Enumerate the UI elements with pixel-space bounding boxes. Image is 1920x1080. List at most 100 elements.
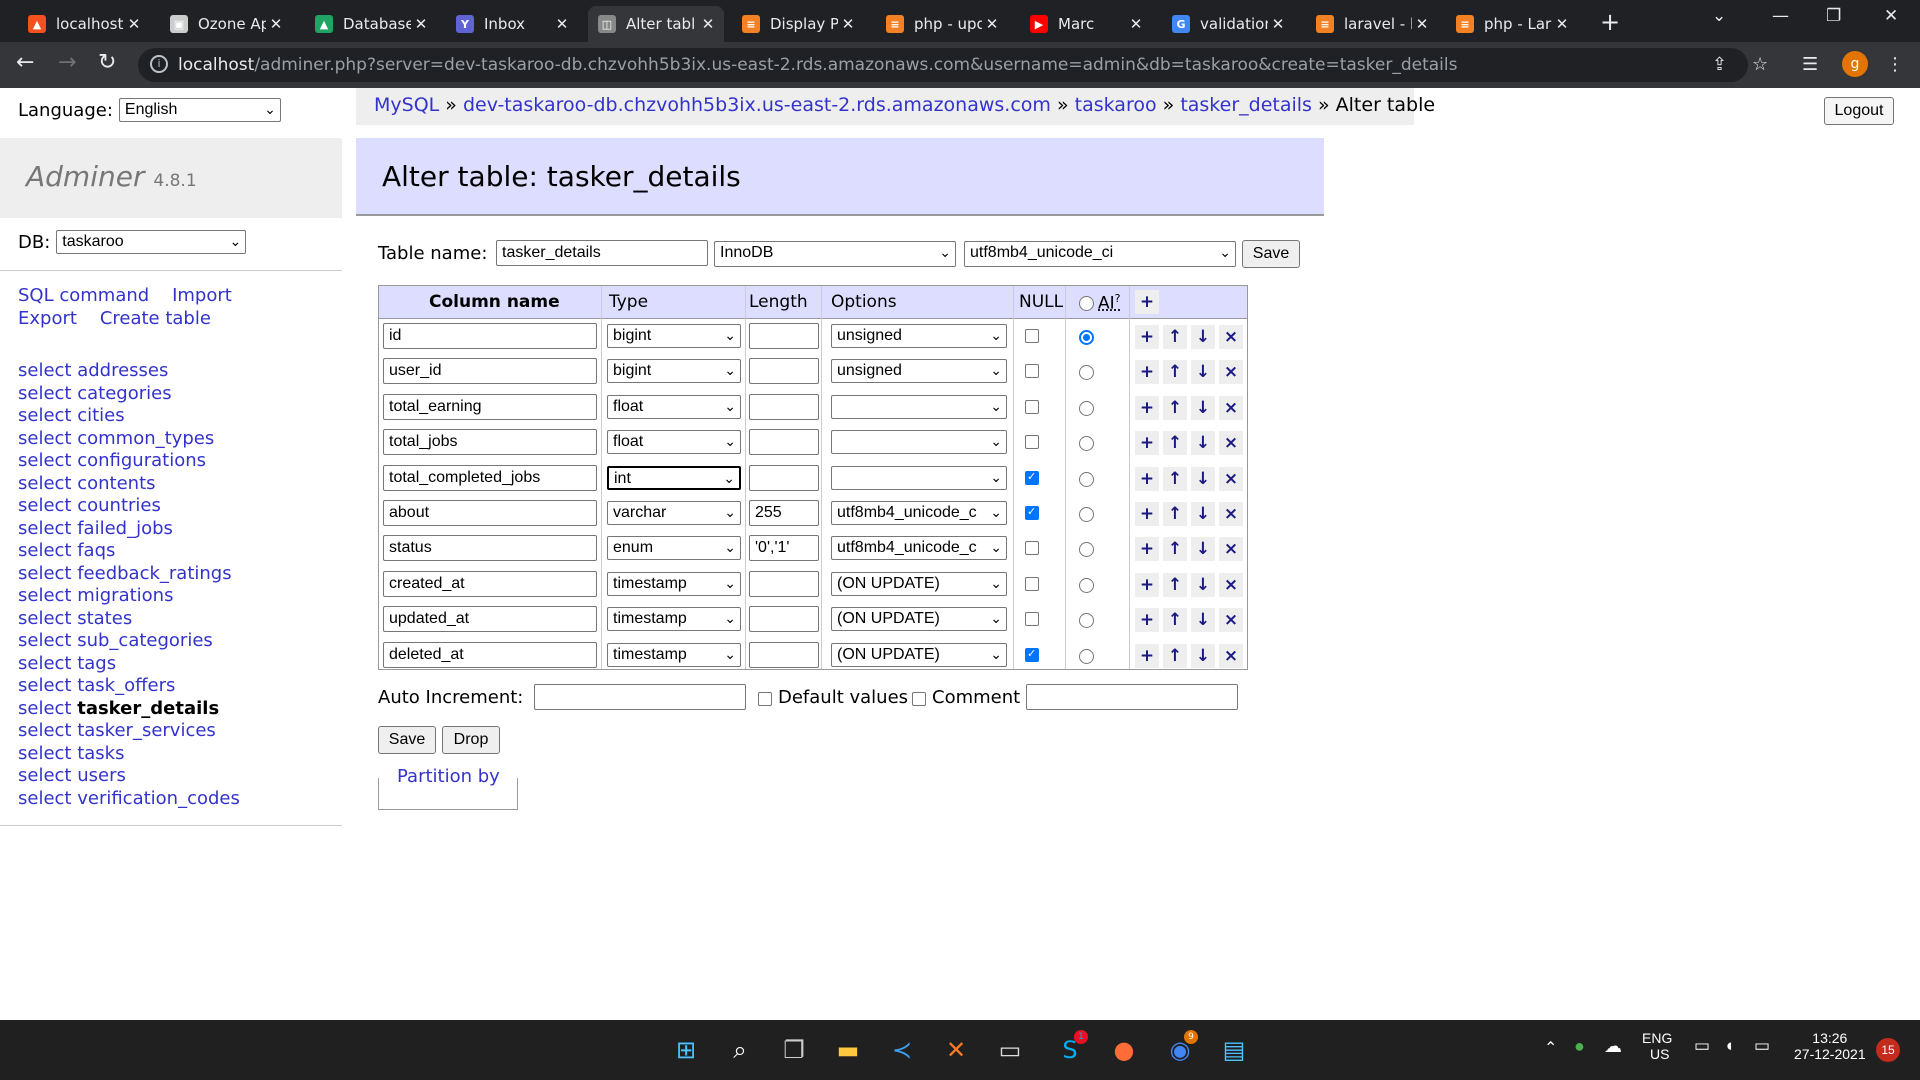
ai-radio[interactable] xyxy=(1079,648,1094,664)
site-info-icon[interactable]: i xyxy=(150,55,168,73)
column-name-input[interactable]: about xyxy=(383,500,597,526)
profile-avatar[interactable]: g xyxy=(1842,51,1868,77)
column-name-input[interactable]: status xyxy=(383,535,597,562)
logout-button[interactable]: Logout xyxy=(1824,97,1894,125)
remove-column-button[interactable]: × xyxy=(1219,643,1243,668)
terminal-icon[interactable]: ▭ xyxy=(994,1034,1026,1066)
column-options-select[interactable]: (ON UPDATE) ⌄ xyxy=(831,642,1007,667)
network-icon[interactable]: ▭ xyxy=(1694,1036,1710,1056)
move-up-button[interactable]: ↑ xyxy=(1163,572,1187,597)
db-select[interactable]: taskaroo ⌄ xyxy=(56,230,247,254)
table-link[interactable]: contents xyxy=(77,473,155,494)
task-view-icon[interactable]: ❐ xyxy=(778,1034,810,1066)
remove-column-button[interactable]: × xyxy=(1219,431,1243,456)
column-options-select[interactable]: ⌄ xyxy=(831,430,1007,455)
select-link[interactable]: select xyxy=(18,495,71,516)
column-length-input[interactable] xyxy=(749,323,819,349)
null-checkbox[interactable] xyxy=(1025,399,1039,414)
browser-tab[interactable]: ≡ laravel - l ✕ xyxy=(1306,6,1438,42)
import-link[interactable]: Import xyxy=(172,285,232,306)
table-link[interactable]: users xyxy=(77,765,126,786)
table-link[interactable]: common_types xyxy=(77,428,214,449)
add-column-button[interactable]: + xyxy=(1135,395,1159,420)
move-up-button[interactable]: ↑ xyxy=(1163,395,1187,420)
null-checkbox[interactable] xyxy=(1025,505,1039,520)
select-link[interactable]: select xyxy=(18,720,71,741)
add-column-button[interactable]: + xyxy=(1135,466,1159,491)
move-down-button[interactable]: ↓ xyxy=(1191,572,1215,597)
table-link[interactable]: addresses xyxy=(77,360,168,381)
ai-radio[interactable] xyxy=(1079,471,1094,487)
null-checkbox[interactable] xyxy=(1025,576,1039,591)
select-link[interactable]: select xyxy=(18,540,71,561)
column-name-input[interactable]: deleted_at xyxy=(383,641,597,668)
tab-close-icon[interactable]: ✕ xyxy=(698,15,718,33)
ai-radio[interactable] xyxy=(1079,542,1094,558)
forward-icon[interactable]: → xyxy=(58,50,76,75)
move-down-button[interactable]: ↓ xyxy=(1191,466,1215,491)
column-length-input[interactable] xyxy=(749,358,819,385)
clock[interactable]: 13:26 27-12-2021 xyxy=(1794,1030,1866,1062)
notepad-icon[interactable]: ▤ xyxy=(1218,1034,1250,1066)
url-text[interactable]: localhost/adminer.php?server=dev-taskaro… xyxy=(178,55,1457,75)
column-name-input[interactable]: id xyxy=(383,323,597,349)
notification-badge[interactable]: 15 xyxy=(1876,1038,1900,1062)
add-column-button[interactable]: + xyxy=(1135,572,1159,597)
select-link[interactable]: select xyxy=(18,383,71,404)
add-column-button[interactable]: + xyxy=(1135,608,1159,633)
add-column-button[interactable]: + xyxy=(1135,537,1159,562)
select-link[interactable]: select xyxy=(18,360,71,381)
add-column-button[interactable]: + xyxy=(1135,431,1159,456)
null-checkbox[interactable] xyxy=(1025,541,1039,556)
table-link[interactable]: categories xyxy=(77,383,171,404)
column-length-input[interactable] xyxy=(749,464,819,491)
column-options-select[interactable]: unsigned ⌄ xyxy=(831,359,1007,384)
close-window-icon[interactable]: ✕ xyxy=(1884,6,1898,26)
browser-tab[interactable]: ≡ php - upd ✕ xyxy=(876,6,1008,42)
export-link[interactable]: Export xyxy=(18,308,77,329)
tray-expand-icon[interactable]: ⌃ xyxy=(1544,1038,1557,1058)
reload-icon[interactable]: ↻ xyxy=(98,50,116,75)
column-name-input[interactable]: total_completed_jobs xyxy=(383,464,597,491)
table-link[interactable]: tasker_services xyxy=(77,720,216,741)
bookmark-star-icon[interactable]: ☆ xyxy=(1752,54,1768,75)
engine-select[interactable]: InnoDB ⌄ xyxy=(714,241,956,267)
move-up-button[interactable]: ↑ xyxy=(1163,360,1187,385)
ai-radio[interactable] xyxy=(1079,365,1094,381)
table-link[interactable]: states xyxy=(77,608,132,629)
comment-checkbox[interactable] xyxy=(912,692,926,706)
select-link[interactable]: select xyxy=(18,653,71,674)
select-link[interactable]: select xyxy=(18,608,71,629)
volume-icon[interactable]: ◖ xyxy=(1724,1036,1734,1056)
move-down-button[interactable]: ↓ xyxy=(1191,325,1215,349)
move-up-button[interactable]: ↑ xyxy=(1163,643,1187,668)
move-down-button[interactable]: ↓ xyxy=(1191,431,1215,456)
xampp-icon[interactable]: ✕ xyxy=(940,1034,972,1066)
column-name-input[interactable]: user_id xyxy=(383,358,597,385)
table-link[interactable]: feedback_ratings xyxy=(77,563,231,584)
null-checkbox[interactable] xyxy=(1025,612,1039,627)
input-language[interactable]: ENG US xyxy=(1642,1030,1672,1062)
browser-tab[interactable]: ▲ Database ✕ xyxy=(305,6,437,42)
column-type-select[interactable]: timestamp ⌄ xyxy=(607,607,741,632)
column-length-input[interactable] xyxy=(749,429,819,456)
column-type-select[interactable]: bigint ⌄ xyxy=(607,324,741,348)
tab-close-icon[interactable]: ✕ xyxy=(552,15,572,33)
table-link[interactable]: tasker_details xyxy=(77,698,219,719)
tab-close-icon[interactable]: ✕ xyxy=(838,15,858,33)
save-top-button[interactable]: Save xyxy=(1242,240,1300,268)
select-link[interactable]: select xyxy=(18,518,71,539)
select-link[interactable]: select xyxy=(18,788,71,809)
add-column-button[interactable]: + xyxy=(1135,325,1159,349)
move-down-button[interactable]: ↓ xyxy=(1191,502,1215,526)
reading-list-icon[interactable]: ☰ xyxy=(1802,54,1818,75)
column-length-input[interactable] xyxy=(749,606,819,633)
battery-icon[interactable]: ▭ xyxy=(1754,1036,1770,1056)
null-checkbox[interactable] xyxy=(1025,647,1039,662)
remove-column-button[interactable]: × xyxy=(1219,466,1243,491)
add-column-button[interactable]: + xyxy=(1135,643,1159,668)
column-length-input[interactable]: '0','1' xyxy=(749,535,819,562)
add-column-button[interactable]: + xyxy=(1135,360,1159,385)
move-down-button[interactable]: ↓ xyxy=(1191,608,1215,633)
browser-tab[interactable]: ▲ localhost ✕ xyxy=(18,6,150,42)
